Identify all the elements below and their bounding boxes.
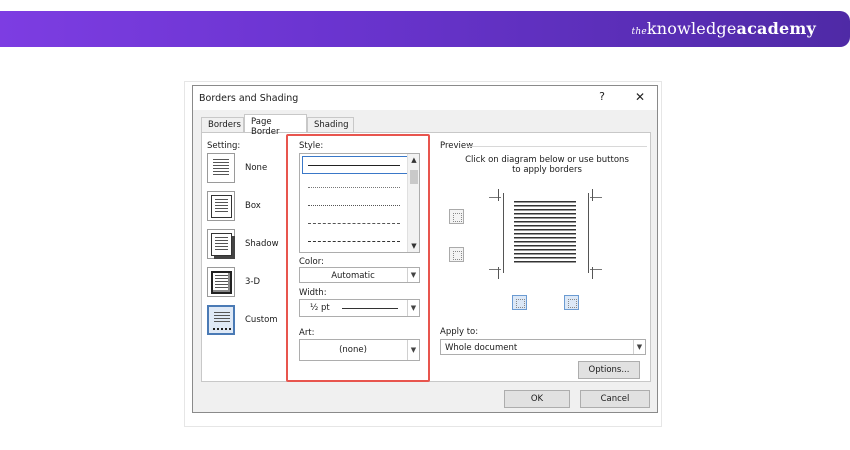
top-border-button[interactable]: [449, 209, 464, 224]
ok-button[interactable]: OK: [504, 390, 570, 408]
setting-custom-label: Custom: [245, 315, 278, 325]
close-button[interactable]: ✕: [629, 90, 651, 106]
corner-mark: [489, 269, 501, 270]
setting-shadow-icon: [207, 229, 235, 259]
apply-to-value: Whole document: [445, 343, 518, 353]
tab-page-border[interactable]: Page Border: [244, 114, 307, 137]
preview-left-border[interactable]: [503, 193, 504, 273]
corner-mark: [498, 267, 499, 279]
setting-3d-label: 3-D: [245, 277, 261, 287]
corner-mark: [592, 189, 593, 201]
setting-custom[interactable]: Custom: [207, 305, 287, 335]
brand-logo: theknowledgeacademy: [631, 19, 816, 38]
title-bar: Borders and Shading ? ✕: [193, 86, 657, 110]
setting-box-icon: [207, 191, 235, 221]
highlight-box: [286, 134, 430, 382]
options-button[interactable]: Options...: [578, 361, 640, 379]
left-border-button[interactable]: [512, 295, 527, 310]
brand-banner: theknowledgeacademy: [0, 11, 850, 47]
setting-none-icon: [207, 153, 235, 183]
preview-hint: Click on diagram below or use buttons to…: [465, 155, 629, 175]
dialog-title: Borders and Shading: [199, 93, 299, 104]
setting-3d[interactable]: 3-D: [207, 267, 287, 297]
corner-mark: [489, 197, 501, 198]
setting-shadow[interactable]: Shadow: [207, 229, 287, 259]
apply-to-label: Apply to:: [440, 327, 479, 337]
bottom-border-button[interactable]: [449, 247, 464, 262]
chevron-down-icon[interactable]: ▼: [633, 340, 645, 354]
preview-right-border[interactable]: [588, 193, 589, 273]
setting-none-label: None: [245, 163, 268, 173]
cancel-button[interactable]: Cancel: [580, 390, 650, 408]
preview-divider: [467, 146, 647, 147]
tab-borders[interactable]: Borders: [201, 117, 244, 132]
setting-none[interactable]: None: [207, 153, 287, 183]
corner-mark: [498, 189, 499, 201]
setting-box[interactable]: Box: [207, 191, 287, 221]
tab-shading[interactable]: Shading: [307, 117, 354, 132]
setting-label: Setting:: [207, 141, 241, 151]
right-border-button[interactable]: [564, 295, 579, 310]
corner-mark: [592, 267, 593, 279]
setting-shadow-label: Shadow: [245, 239, 279, 249]
setting-3d-icon: [207, 267, 235, 297]
setting-custom-icon: [207, 305, 235, 335]
preview-page[interactable]: [514, 201, 576, 265]
setting-box-label: Box: [245, 201, 261, 211]
help-button[interactable]: ?: [591, 90, 613, 106]
apply-to-dropdown[interactable]: Whole document ▼: [440, 339, 646, 355]
